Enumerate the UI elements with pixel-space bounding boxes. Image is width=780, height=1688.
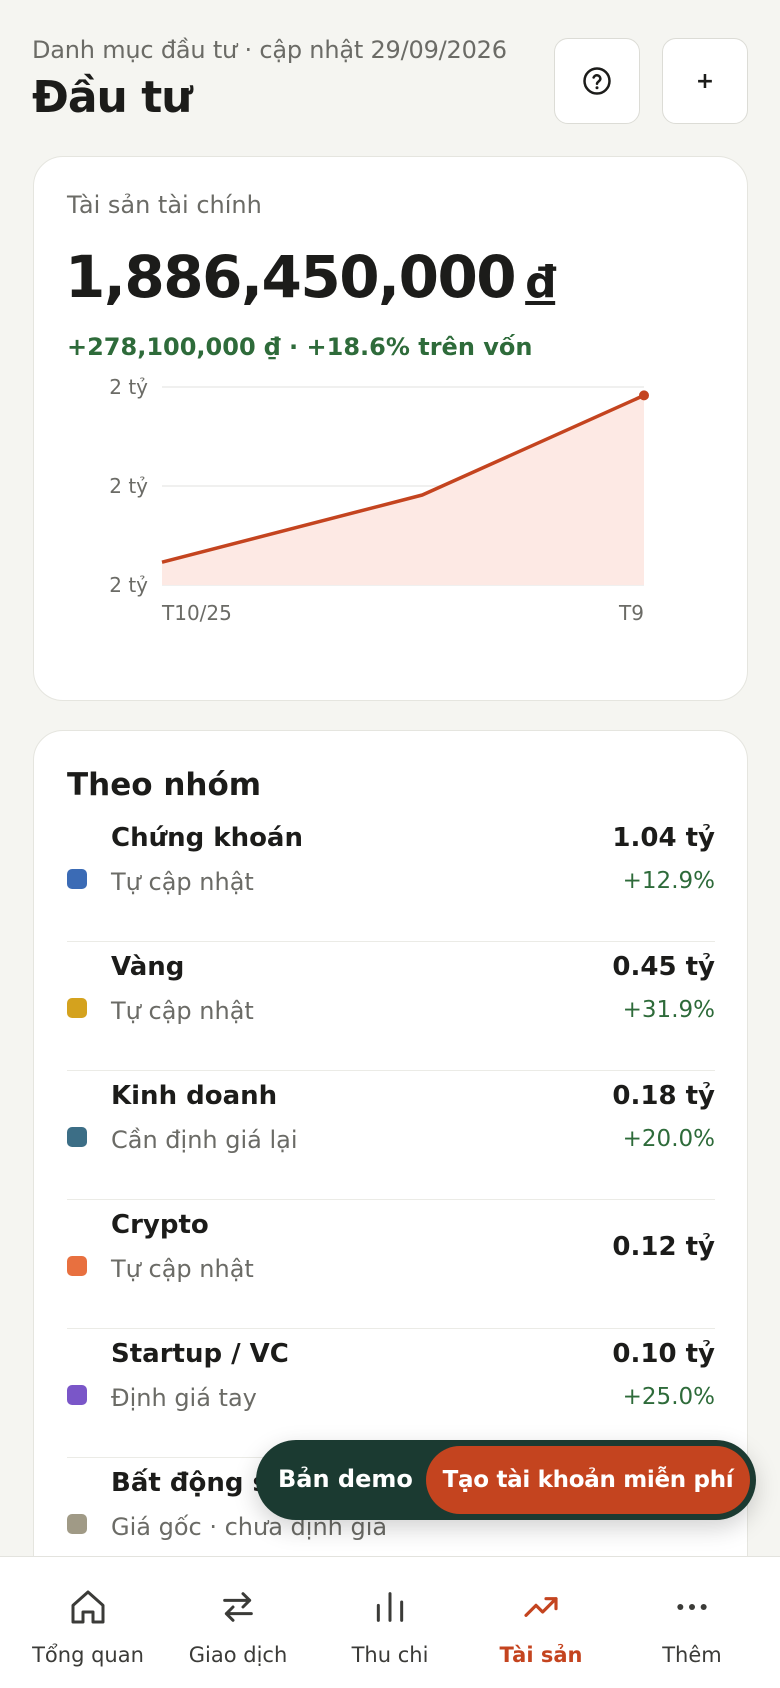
group-color-swatch: [67, 1514, 87, 1534]
group-amount: 0.10 tỷ: [612, 1339, 715, 1369]
group-name: Crypto: [111, 1210, 209, 1240]
groups-card: Theo nhóm Chứng khoán Tự cập nhật 1.04 tỷ +…: [33, 730, 748, 1688]
group-row[interactable]: Vàng Tự cập nhật 0.45 tỷ +31.9%: [67, 942, 715, 1071]
more-dots-icon: [677, 1604, 707, 1610]
group-row[interactable]: Crypto Tự cập nhật 0.12 tỷ: [67, 1200, 715, 1329]
page-subtitle: Danh mục đầu tư · cập nhật 29/09/2026: [32, 36, 507, 64]
assets-card: Tài sản tài chính 1,886,450,000 đ +278,10…: [33, 156, 748, 701]
nav-label: Thêm: [662, 1643, 722, 1667]
chart-y-tick-label: 2 tỷ: [109, 375, 148, 399]
group-status: Tự cập nhật: [111, 1255, 254, 1283]
chart-y-tick-label: 2 tỷ: [109, 573, 148, 597]
group-row[interactable]: Kinh doanh Cần định giá lại 0.18 tỷ +20.0%: [67, 1071, 715, 1200]
group-change: +25.0%: [622, 1384, 715, 1410]
demo-label: Bản demo: [278, 1465, 413, 1493]
chart-x-tick-label: T10/25: [161, 601, 232, 625]
home-icon: [71, 1590, 105, 1624]
nav-item-transactions[interactable]: Giao dịch: [160, 1557, 316, 1688]
group-color-swatch: [67, 1256, 87, 1276]
question-circle-icon: [583, 67, 611, 95]
nav-item-more[interactable]: Thêm: [614, 1557, 770, 1688]
group-color-swatch: [67, 869, 87, 889]
group-row[interactable]: Chứng khoán Tự cập nhật 1.04 tỷ +12.9%: [67, 813, 715, 942]
group-status: Cần định giá lại: [111, 1126, 298, 1154]
create-account-button[interactable]: Tạo tài khoản miễn phí: [426, 1446, 750, 1514]
group-status: Tự cập nhật: [111, 868, 254, 896]
demo-banner: Bản demo Tạo tài khoản miễn phí: [256, 1440, 756, 1520]
nav-item-income-expense[interactable]: Thu chi: [312, 1557, 468, 1688]
group-color-swatch: [67, 998, 87, 1018]
nav-label: Thu chi: [351, 1643, 429, 1667]
page-title: Đầu tư: [32, 72, 193, 123]
page-header: Danh mục đầu tư · cập nhật 29/09/2026 Đầ…: [32, 36, 748, 136]
group-change: +12.9%: [622, 868, 715, 894]
nav-item-overview[interactable]: Tổng quan: [10, 1557, 166, 1688]
chart-x-tick-label: T9: [618, 601, 644, 625]
group-change: +31.9%: [622, 997, 715, 1023]
groups-title: Theo nhóm: [67, 767, 262, 803]
group-amount: 1.04 tỷ: [612, 823, 715, 853]
plus-icon: +: [695, 68, 715, 94]
group-name: Vàng: [111, 952, 185, 982]
asset-growth-chart: 2 tỷ 2 tỷ 2 tỷ T10/25 T9: [109, 375, 649, 625]
group-name: Startup / VC: [111, 1339, 289, 1369]
nav-label: Tổng quan: [32, 1643, 144, 1667]
bar-chart-icon: [376, 1592, 404, 1622]
group-amount: 0.12 tỷ: [612, 1232, 715, 1262]
swap-arrows-icon: [223, 1592, 253, 1622]
group-status: Định giá tay: [111, 1384, 257, 1412]
chart-y-tick-label: 2 tỷ: [109, 474, 148, 498]
group-change: +20.0%: [622, 1126, 715, 1152]
nav-label: Tài sản: [499, 1643, 583, 1667]
group-color-swatch: [67, 1385, 87, 1405]
help-button[interactable]: [554, 38, 640, 124]
group-row[interactable]: Startup / VC Định giá tay 0.10 tỷ +25.0%: [67, 1329, 715, 1458]
group-status: Tự cập nhật: [111, 997, 254, 1025]
nav-label: Giao dịch: [188, 1643, 288, 1667]
group-name: Chứng khoán: [111, 823, 303, 853]
group-name: Kinh doanh: [111, 1081, 278, 1111]
nav-item-assets[interactable]: Tài sản: [463, 1557, 619, 1688]
bottom-nav: Tổng quan Giao dịch Thu chi Tài sản Thêm: [0, 1556, 780, 1688]
add-button[interactable]: +: [662, 38, 748, 124]
chart-area-fill: [162, 395, 644, 585]
trending-up-icon: [524, 1597, 558, 1617]
group-color-swatch: [67, 1127, 87, 1147]
group-amount: 0.18 tỷ: [612, 1081, 715, 1111]
group-amount: 0.45 tỷ: [612, 952, 715, 982]
chart-last-point: [639, 390, 649, 401]
